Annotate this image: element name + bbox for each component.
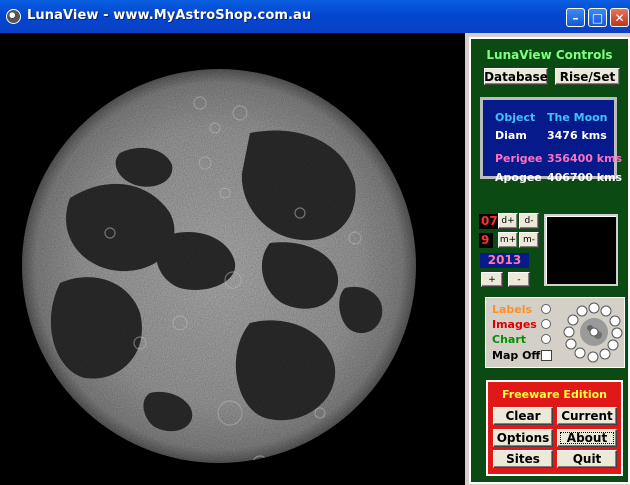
year-plus-button[interactable]: + [481,272,503,287]
freeware-box: Freeware Edition Clear Current Options A… [486,380,623,476]
quit-button[interactable]: Quit [557,450,617,468]
moon-phase-selector[interactable] [560,301,624,365]
title-bar[interactable]: LunaView - www.MyAstroShop.com.au – □ ✕ [0,0,630,33]
images-option-label: Images [492,318,537,331]
apogee-label: Apogee [495,171,542,184]
perigee-label: Perigee [495,152,543,165]
options-button[interactable]: Options [493,429,553,447]
sites-button[interactable]: Sites [493,450,553,468]
object-label: Object [495,111,536,124]
current-button[interactable]: Current [557,407,617,425]
database-button[interactable]: Database [484,68,548,85]
window-title: LunaView - www.MyAstroShop.com.au [27,8,312,23]
month-minus-button[interactable]: m- [519,232,539,248]
freeware-title: Freeware Edition [501,388,608,401]
controls-frame: LunaView Controls Database Rise/Set Obje… [469,37,630,484]
control-panel: LunaView Controls Database Rise/Set Obje… [465,33,630,485]
month-display: 9 [479,233,493,248]
clear-button[interactable]: Clear [493,407,553,425]
minimize-button[interactable]: – [566,8,585,27]
apogee-value: 406700 kms [547,171,623,184]
map-off-checkbox[interactable] [541,350,552,361]
app-icon[interactable] [6,9,21,24]
images-radio[interactable] [541,319,551,329]
object-info-box: Object The Moon Diam 3476 kms Perigee 35… [480,97,622,184]
year-display: 2013 [480,253,529,268]
moon-viewport[interactable] [0,33,465,485]
year-minus-button[interactable]: - [508,272,530,287]
about-button[interactable]: About [557,429,617,447]
day-minus-button[interactable]: d- [519,213,539,229]
display-options-box: Labels Images Chart Map Off [485,297,625,368]
labels-option-label: Labels [492,303,533,316]
day-plus-button[interactable]: d+ [498,213,518,229]
controls-title: LunaView Controls [486,48,613,62]
moon-preview [544,214,618,286]
chart-option-label: Chart [492,333,527,346]
month-plus-button[interactable]: m+ [498,232,518,248]
rise-set-button[interactable]: Rise/Set [555,68,620,85]
diam-value: 3476 kms [547,129,607,142]
labels-radio[interactable] [541,304,551,314]
close-button[interactable]: ✕ [610,8,629,27]
day-display: 07 [479,214,500,229]
diam-label: Diam [495,129,527,142]
chart-radio[interactable] [541,334,551,344]
object-value: The Moon [547,111,608,124]
moon-image [22,69,416,463]
perigee-value: 356400 kms [547,152,623,165]
map-off-option-label: Map Off [492,349,541,362]
maximize-button[interactable]: □ [588,8,607,27]
